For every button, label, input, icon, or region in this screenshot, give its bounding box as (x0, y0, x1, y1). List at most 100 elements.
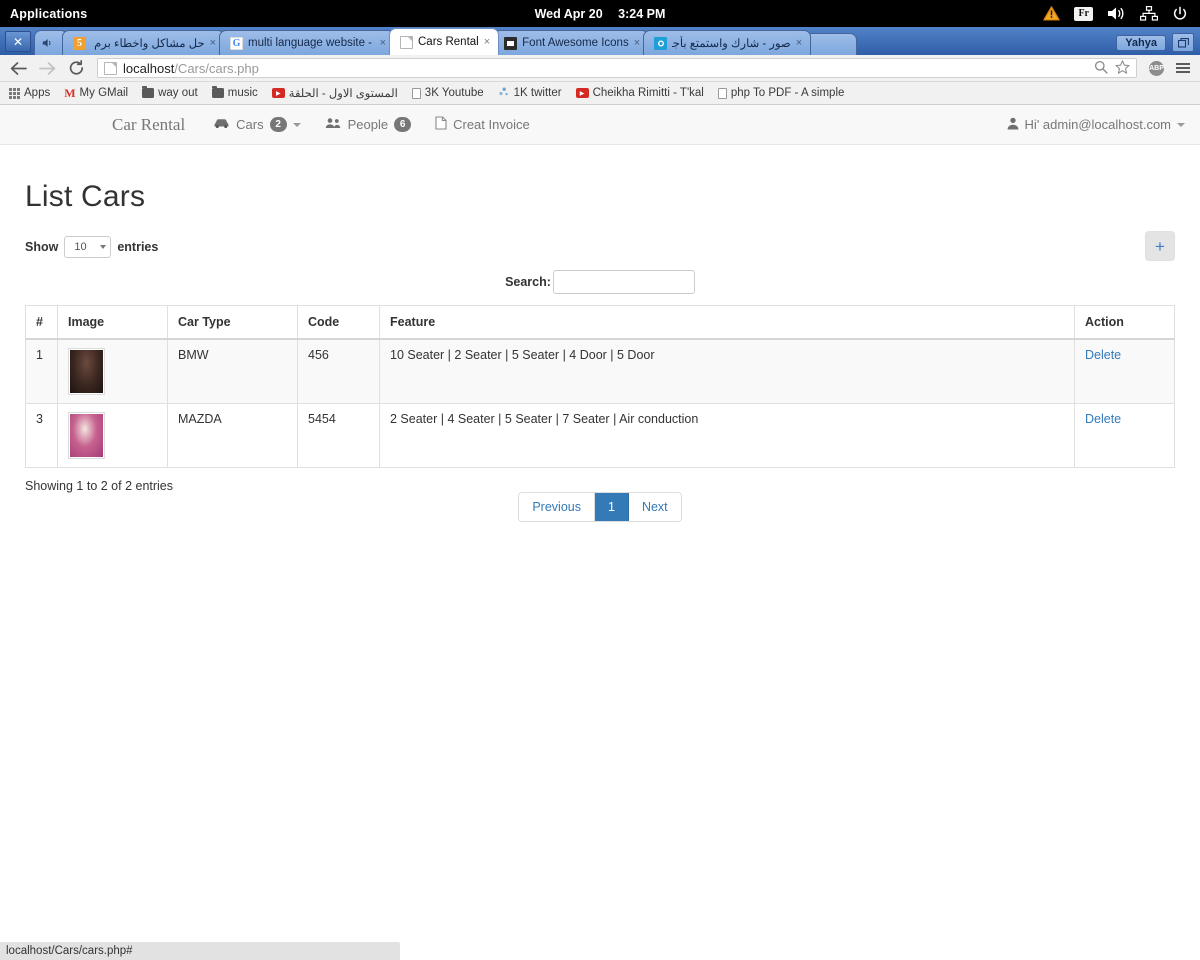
column-header-action[interactable]: Action (1075, 306, 1175, 340)
tab-close-icon[interactable]: × (210, 37, 216, 49)
user-icon (1007, 117, 1019, 133)
address-bar[interactable]: localhost/Cars/cars.php (97, 58, 1137, 78)
delete-link[interactable]: Delete (1085, 412, 1121, 426)
page-length-select[interactable]: 10 (64, 236, 111, 258)
tab-title: حل مشاكل واخطاء برم (9) (91, 36, 205, 50)
url-path: /Cars/cars.php (174, 61, 259, 76)
cell-action: Delete (1075, 339, 1175, 404)
clock[interactable]: Wed Apr 20 3:24 PM (0, 7, 1200, 21)
bookmark-label: 1K twitter (514, 87, 562, 99)
page-icon (412, 88, 421, 99)
page-icon (104, 62, 117, 75)
google-icon: G (230, 37, 243, 50)
bookmark-label: My GMail (80, 87, 129, 99)
tab-title: Cars Rental (418, 36, 479, 48)
table-row[interactable]: 1 BMW 456 10 Seater | 2 Seater | 5 Seate… (26, 339, 1175, 404)
bookmark-music[interactable]: music (212, 87, 258, 99)
tab-2-active[interactable]: Cars Rental × (389, 28, 499, 55)
cell-action: Delete (1075, 404, 1175, 468)
search-input[interactable] (553, 270, 695, 294)
tab-close-icon[interactable]: × (634, 37, 640, 49)
bookmark-label: music (228, 87, 258, 99)
window-close-button[interactable]: ✕ (5, 31, 31, 52)
column-header-feature[interactable]: Feature (380, 306, 1075, 340)
tab-3[interactable]: Font Awesome Icons × (493, 30, 649, 55)
applications-menu[interactable]: Applications (0, 7, 87, 21)
brand-link[interactable]: Car Rental (112, 115, 185, 135)
volume-icon[interactable] (1107, 6, 1126, 21)
column-header-car-type[interactable]: Car Type (168, 306, 298, 340)
bookmark-gmail[interactable]: M My GMail (64, 86, 128, 101)
column-header-num[interactable]: # (26, 306, 58, 340)
nav-item-create-invoice[interactable]: Creat Invoice (425, 107, 540, 142)
bookmark-1k-twitter[interactable]: 1K twitter (498, 86, 562, 100)
speaker-icon (41, 37, 54, 50)
delete-link[interactable]: Delete (1085, 348, 1121, 362)
people-count-badge: 6 (394, 117, 411, 132)
table-row[interactable]: 3 MAZDA 5454 2 Seater | 4 Seater | 5 Sea… (26, 404, 1175, 468)
youtube-icon: ▶ (576, 88, 589, 98)
column-header-code[interactable]: Code (298, 306, 380, 340)
power-icon[interactable] (1172, 6, 1188, 22)
bookmarks-bar: Apps M My GMail way out music ▶ المستوى … (0, 82, 1200, 105)
bookmark-star-icon[interactable] (1115, 60, 1130, 77)
search-icon[interactable] (1094, 60, 1108, 77)
back-icon[interactable] (10, 61, 27, 76)
bookmark-apps[interactable]: Apps (9, 87, 50, 99)
pagination-next[interactable]: Next (629, 493, 681, 521)
menu-icon[interactable] (1176, 63, 1190, 73)
warning-icon[interactable] (1043, 6, 1060, 21)
camera-icon (654, 37, 667, 50)
page-length-control: Show 10 entries (25, 236, 158, 258)
adblock-icon[interactable]: ABP (1149, 61, 1164, 76)
nav-item-cars[interactable]: Cars 2 (203, 108, 310, 141)
browser-toolbar: localhost/Cars/cars.php ABP (0, 55, 1200, 82)
add-car-button[interactable]: + (1145, 231, 1175, 261)
bookmark-arabic-lesson[interactable]: ▶ المستوى الاول - الحلقة (272, 86, 398, 100)
cell-feature: 10 Seater | 2 Seater | 5 Seater | 4 Door… (380, 339, 1075, 404)
user-email-label: Hi' admin@localhost.com (1025, 117, 1171, 132)
car-icon (213, 117, 230, 132)
tab-1[interactable]: G multi language website - G × (219, 30, 395, 55)
bookmark-way-out[interactable]: way out (142, 87, 198, 99)
cell-car-type: BMW (168, 339, 298, 404)
keyboard-layout-fr[interactable]: Fr (1074, 7, 1093, 21)
browser-profile-button[interactable]: Yahya (1116, 35, 1166, 51)
youtube-icon: ▶ (272, 88, 285, 98)
column-header-image[interactable]: Image (58, 306, 168, 340)
tab-close-icon[interactable]: × (796, 37, 802, 49)
page-title: List Cars (25, 180, 1175, 214)
window-restore-icon[interactable] (1172, 33, 1194, 52)
new-tab-button[interactable] (805, 33, 857, 55)
forward-icon[interactable] (39, 61, 56, 76)
tab-close-icon[interactable]: × (380, 37, 386, 49)
bookmark-label: Cheikha Rimitti - T'kal (593, 87, 704, 99)
chevron-down-icon (293, 123, 301, 127)
tab-title: multi language website - G (248, 37, 375, 49)
system-tray: Fr (1043, 6, 1200, 22)
cell-image (58, 404, 168, 468)
car-thumbnail-pink (68, 412, 105, 459)
bookmark-php-to-pdf[interactable]: php To PDF - A simple (718, 87, 845, 99)
pagination-page-1[interactable]: 1 (595, 493, 629, 521)
tab-4[interactable]: صور - شارك واستمتع بأجم × (643, 30, 811, 55)
tab-title: صور - شارك واستمتع بأجم (672, 36, 791, 50)
bookmark-label: php To PDF - A simple (731, 87, 845, 99)
pagination-previous[interactable]: Previous (519, 493, 595, 521)
table-search: Search: (25, 270, 1175, 294)
tab-0[interactable]: 5 حل مشاكل واخطاء برم (9) × (62, 30, 225, 55)
nav-item-label: Creat Invoice (453, 117, 530, 132)
table-controls-bottom: Showing 1 to 2 of 2 entries Previous 1 N… (25, 479, 1175, 539)
folder-icon (212, 88, 224, 98)
tab-close-icon[interactable]: × (484, 36, 490, 48)
chevron-down-icon (1177, 123, 1185, 127)
cell-image (58, 339, 168, 404)
bookmark-cheikha-rimitti[interactable]: ▶ Cheikha Rimitti - T'kal (576, 87, 704, 99)
nav-item-people[interactable]: People 6 (315, 108, 421, 141)
network-icon[interactable] (1140, 6, 1158, 21)
reload-icon[interactable] (68, 60, 85, 76)
user-menu[interactable]: Hi' admin@localhost.com (1007, 117, 1185, 133)
nav-item-label: People (348, 117, 388, 132)
bookmark-label: Apps (24, 87, 50, 99)
bookmark-3k-youtube[interactable]: 3K Youtube (412, 87, 484, 99)
